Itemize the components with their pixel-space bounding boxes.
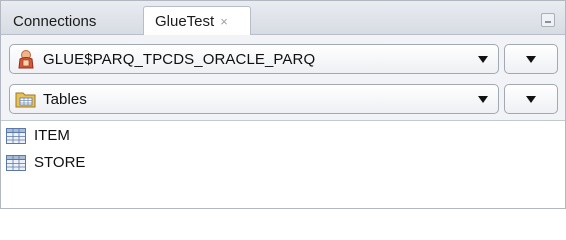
object-type-dropdown[interactable]: Tables <box>9 84 499 114</box>
connections-panel: Connections GlueTest × GLUE$PARQ_TPCDS_O… <box>0 0 566 209</box>
chevron-down-icon <box>526 96 536 103</box>
folder-icon <box>15 88 37 110</box>
chevron-down-icon <box>526 56 536 63</box>
tab-connections-label: Connections <box>13 12 97 30</box>
list-item[interactable]: STORE <box>1 149 565 176</box>
minimize-icon[interactable] <box>541 13 555 27</box>
object-type-dropdown-value: Tables <box>43 90 87 108</box>
tab-bar: Connections GlueTest × <box>1 1 565 36</box>
list-item-label: STORE <box>34 154 86 171</box>
chevron-down-icon <box>478 96 488 103</box>
schema-menu-button[interactable] <box>504 44 558 74</box>
toolbar-area: GLUE$PARQ_TPCDS_ORACLE_PARQ Tables <box>1 35 565 121</box>
tab-gluetest-label: GlueTest <box>155 13 215 30</box>
user-icon <box>15 48 37 70</box>
list-item[interactable]: ITEM <box>1 122 565 149</box>
object-type-menu-button[interactable] <box>504 84 558 114</box>
tab-connections[interactable]: Connections <box>13 6 96 35</box>
chevron-down-icon <box>478 56 488 63</box>
list-item-label: ITEM <box>34 127 70 144</box>
object-list: ITEM STORE <box>1 122 565 176</box>
schema-dropdown-value: GLUE$PARQ_TPCDS_ORACLE_PARQ <box>43 50 316 68</box>
schema-dropdown[interactable]: GLUE$PARQ_TPCDS_ORACLE_PARQ <box>9 44 499 74</box>
table-icon <box>6 127 26 144</box>
table-icon <box>6 154 26 171</box>
close-icon[interactable]: × <box>220 14 228 29</box>
tab-gluetest[interactable]: GlueTest × <box>143 6 251 36</box>
